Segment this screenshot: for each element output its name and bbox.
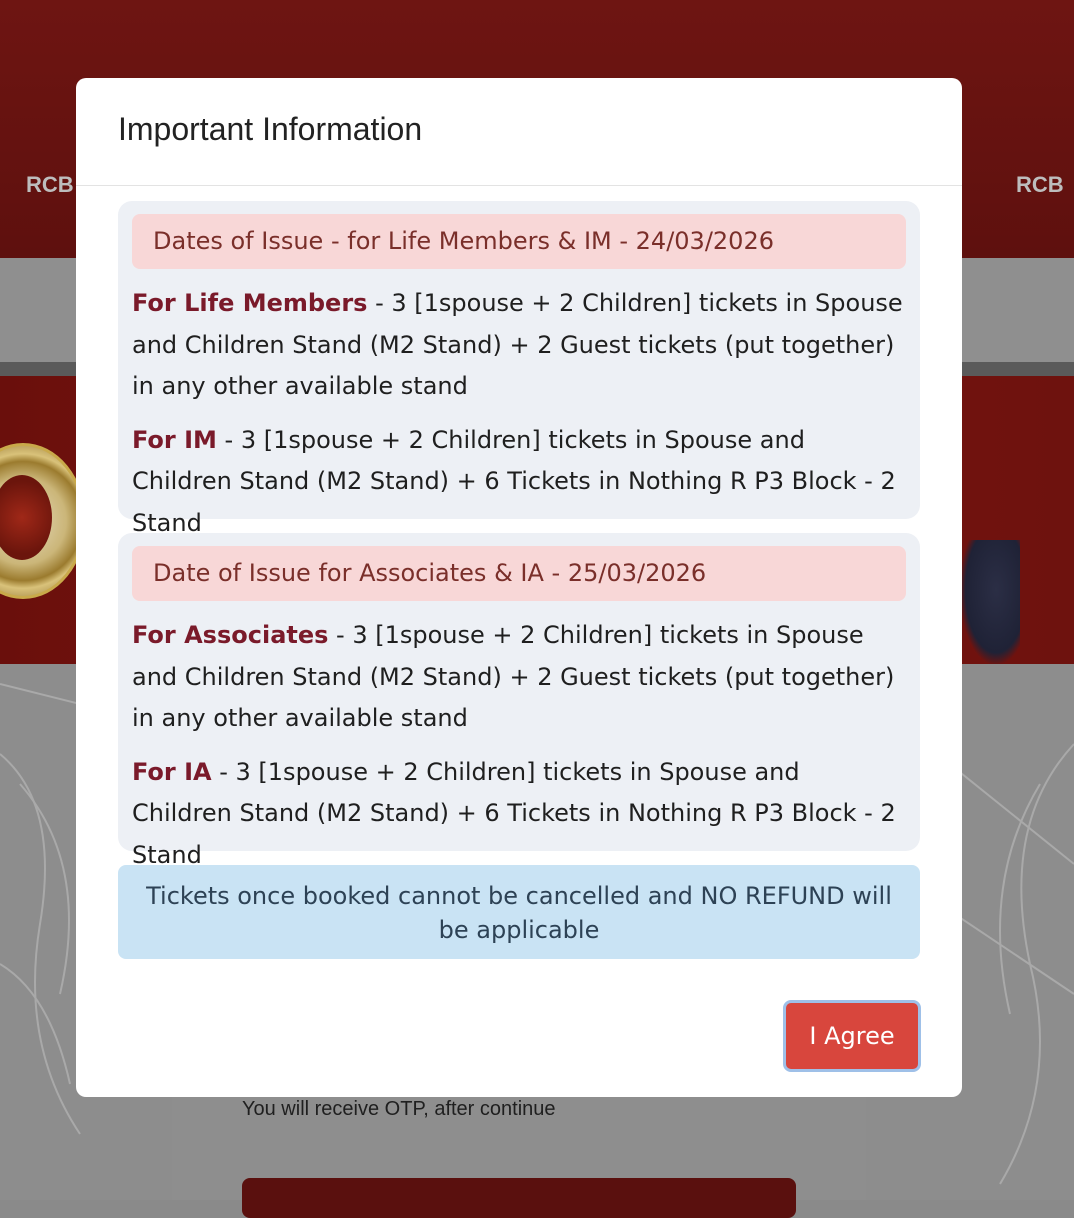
i-agree-button[interactable]: I Agree xyxy=(783,1000,921,1072)
item-label: For Associates xyxy=(132,621,329,649)
header-logo-left: RCB xyxy=(26,172,74,197)
no-refund-notice: Tickets once booked cannot be cancelled … xyxy=(118,865,920,959)
item-label: For IA xyxy=(132,757,212,786)
im-info: For IM - 3 [1spouse + 2 Children] ticket… xyxy=(132,420,906,545)
life-members-info: For Life Members - 3 [1spouse + 2 Childr… xyxy=(132,283,906,408)
section-heading: Date of Issue for Associates & IA - 25/0… xyxy=(132,546,906,601)
item-text: - 3 [1spouse + 2 Children] tickets in Sp… xyxy=(132,757,896,869)
player-image xyxy=(960,540,1020,664)
otp-note: You will receive OTP, after continue xyxy=(242,1098,556,1120)
item-text: - 3 [1spouse + 2 Children] tickets in Sp… xyxy=(132,425,896,537)
issue-section-associates-ia: Date of Issue for Associates & IA - 25/0… xyxy=(118,533,920,869)
item-label: For IM xyxy=(132,425,217,454)
associates-info: For Associates - 3 [1spouse + 2 Children… xyxy=(132,615,906,740)
modal-title: Important Information xyxy=(118,111,423,147)
important-information-modal: Important Information Dates of Issue - f… xyxy=(76,78,962,1097)
modal-header: Important Information xyxy=(76,78,962,186)
header-logo-right: RCB xyxy=(1016,172,1064,197)
ia-info: For IA - 3 [1spouse + 2 Children] ticket… xyxy=(132,752,906,877)
continue-button[interactable] xyxy=(242,1178,796,1218)
section-heading: Dates of Issue - for Life Members & IM -… xyxy=(132,214,906,269)
issue-section-life-members-im: Dates of Issue - for Life Members & IM -… xyxy=(118,201,920,537)
item-label: For Life Members xyxy=(132,289,368,317)
